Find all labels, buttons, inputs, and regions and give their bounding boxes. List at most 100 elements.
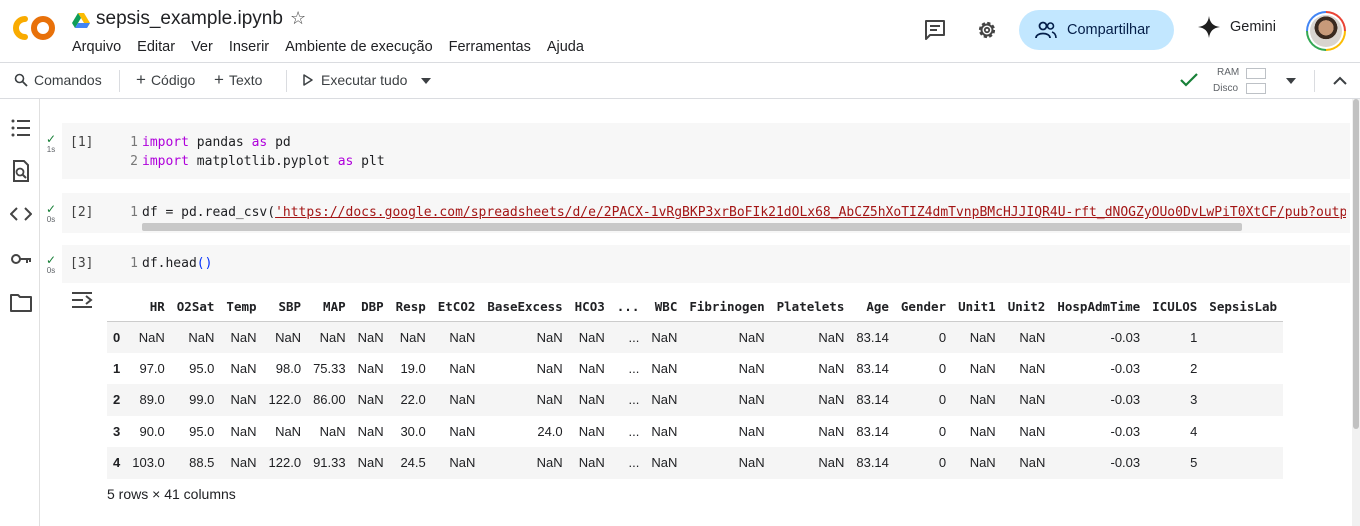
code-editor[interactable]: 1 import pandas as pd 2 import matplotlib.p… <box>126 133 385 171</box>
files-folder-icon[interactable] <box>10 292 32 314</box>
settings-gear-icon[interactable] <box>975 18 999 42</box>
table-cell: NaN <box>357 455 384 471</box>
run-options-dropdown-icon[interactable] <box>421 78 431 84</box>
table-of-contents-icon[interactable] <box>10 117 32 139</box>
table-cell: NaN <box>818 392 845 408</box>
star-icon[interactable]: ☆ <box>290 8 306 29</box>
account-avatar[interactable] <box>1306 11 1346 51</box>
line-number: 1 <box>130 135 138 150</box>
code-line[interactable]: 1 import pandas as pd <box>126 133 385 152</box>
table-cell: NaN <box>357 392 384 408</box>
row-index: 2 <box>113 392 121 408</box>
table-cell: 91.33 <box>313 455 346 471</box>
table-cell: -0.03 <box>1110 455 1141 471</box>
column-header: SepsisLab <box>1203 292 1284 322</box>
menu-inserir[interactable]: Inserir <box>229 39 269 55</box>
row-index: 1 <box>113 360 121 376</box>
cell-run-status[interactable]: ✓ 1s <box>44 133 58 154</box>
table-cell: 95.0 <box>189 360 215 376</box>
cell-runtime: 1s <box>46 145 56 154</box>
toolbar-divider <box>286 70 287 92</box>
avatar-photo <box>1310 15 1342 47</box>
cell-run-status[interactable]: ✓ 0s <box>44 254 58 275</box>
menu-ver[interactable]: Ver <box>191 39 213 55</box>
add-text-button[interactable]: + Texto <box>214 71 262 88</box>
colab-logo[interactable] <box>12 13 58 43</box>
notebook-title[interactable]: sepsis_example.ipynb <box>96 8 283 30</box>
ram-usage-bar[interactable] <box>1246 68 1266 79</box>
horizontal-scrollbar[interactable] <box>142 223 1350 231</box>
column-header: O2Sat <box>170 292 221 322</box>
executed-check-icon: ✓ <box>45 202 57 216</box>
code-token: () <box>196 256 213 271</box>
row-index: 0 <box>113 329 121 345</box>
table-cell: NaN <box>357 360 384 376</box>
dataframe-table: HR O2Sat Temp SBP MAP DBP Resp EtCO2 BaseExcess H… <box>107 292 1284 479</box>
table-cell: -0.03 <box>1110 423 1141 439</box>
code-line[interactable]: 2 import matplotlib.pyplot as plt <box>126 152 385 171</box>
table-cell: NaN <box>969 360 996 376</box>
menu-ajuda[interactable]: Ajuda <box>547 39 584 55</box>
table-cell: NaN <box>578 329 605 345</box>
table-cell: 0 <box>938 423 947 439</box>
menu-ferramentas[interactable]: Ferramentas <box>449 39 531 55</box>
code-editor[interactable]: 1 df = pd.read_csv('https://docs.google.c… <box>126 203 1346 222</box>
drive-icon[interactable] <box>72 12 90 28</box>
menu-ambiente-execucao[interactable]: Ambiente de execução <box>285 39 433 55</box>
code-token: df.head <box>142 256 197 271</box>
cell-run-status[interactable]: ✓ 0s <box>44 203 58 224</box>
table-cell: NaN <box>230 360 257 376</box>
code-token: plt <box>353 154 385 169</box>
menu-editar[interactable]: Editar <box>137 39 175 55</box>
column-header: BaseExcess <box>481 292 569 322</box>
table-cell: 83.14 <box>856 423 889 439</box>
table-cell: 99.0 <box>189 392 215 408</box>
resources-dropdown-icon[interactable] <box>1286 78 1296 84</box>
gemini-button[interactable]: Gemini <box>1198 16 1276 38</box>
scrollbar-thumb[interactable] <box>142 223 1242 231</box>
column-header: HR <box>126 292 171 322</box>
code-snippets-icon[interactable] <box>10 203 32 225</box>
table-cell: NaN <box>969 329 996 345</box>
search-icon <box>14 73 28 87</box>
table-cell: NaN <box>578 423 605 439</box>
run-all-button[interactable]: Executar tudo <box>303 72 407 88</box>
column-header: ... <box>610 292 646 322</box>
collapse-chevron-up-icon[interactable] <box>1333 76 1347 85</box>
toolbar-divider <box>1314 70 1315 92</box>
menubar: Arquivo Editar Ver Inserir Ambiente de e… <box>72 39 600 55</box>
table-cell: NaN <box>738 455 765 471</box>
disk-usage-bar[interactable] <box>1246 83 1266 94</box>
commands-button[interactable]: Comandos <box>14 72 102 88</box>
find-replace-icon[interactable] <box>10 160 32 182</box>
executed-check-icon: ✓ <box>45 132 57 146</box>
table-cell: NaN <box>578 392 605 408</box>
code-line[interactable]: 1 df = pd.read_csv('https://docs.google.c… <box>126 203 1346 222</box>
scrollbar-thumb[interactable] <box>1353 99 1359 429</box>
table-cell: 24.5 <box>400 455 426 471</box>
share-button[interactable]: Compartilhar <box>1019 10 1174 50</box>
table-cell: NaN <box>578 360 605 376</box>
output-actions-icon[interactable] <box>70 290 94 310</box>
code-line[interactable]: 1 df.head() <box>126 254 212 273</box>
comments-icon[interactable] <box>923 18 947 42</box>
table-cell: 24.0 <box>537 423 563 439</box>
menu-arquivo[interactable]: Arquivo <box>72 39 121 55</box>
table-cell: 75.33 <box>313 360 346 376</box>
add-code-button[interactable]: + Código <box>136 71 195 88</box>
connected-check-icon[interactable] <box>1180 73 1198 87</box>
table-row: 4 103.0 88.5 NaN 122.0 91.33 NaN 24.5 NaN NaN NaN.… <box>107 447 1284 479</box>
code-string: 'https://docs.google.com/spreadsheets/d/… <box>275 205 1346 220</box>
column-header: Platelets <box>770 292 851 322</box>
table-cell: NaN <box>651 423 678 439</box>
code-editor[interactable]: 1 df.head() <box>126 254 212 273</box>
dataframe-shape-caption: 5 rows × 41 columns <box>107 486 236 502</box>
table-cell: NaN <box>449 455 476 471</box>
table-cell: NaN <box>1019 360 1046 376</box>
row-index: 4 <box>113 455 121 471</box>
table-cell: 0 <box>938 392 947 408</box>
code-cell[interactable] <box>62 245 1350 283</box>
vertical-scrollbar[interactable] <box>1352 99 1360 526</box>
secrets-key-icon[interactable] <box>10 248 32 270</box>
column-header: Age <box>850 292 895 322</box>
